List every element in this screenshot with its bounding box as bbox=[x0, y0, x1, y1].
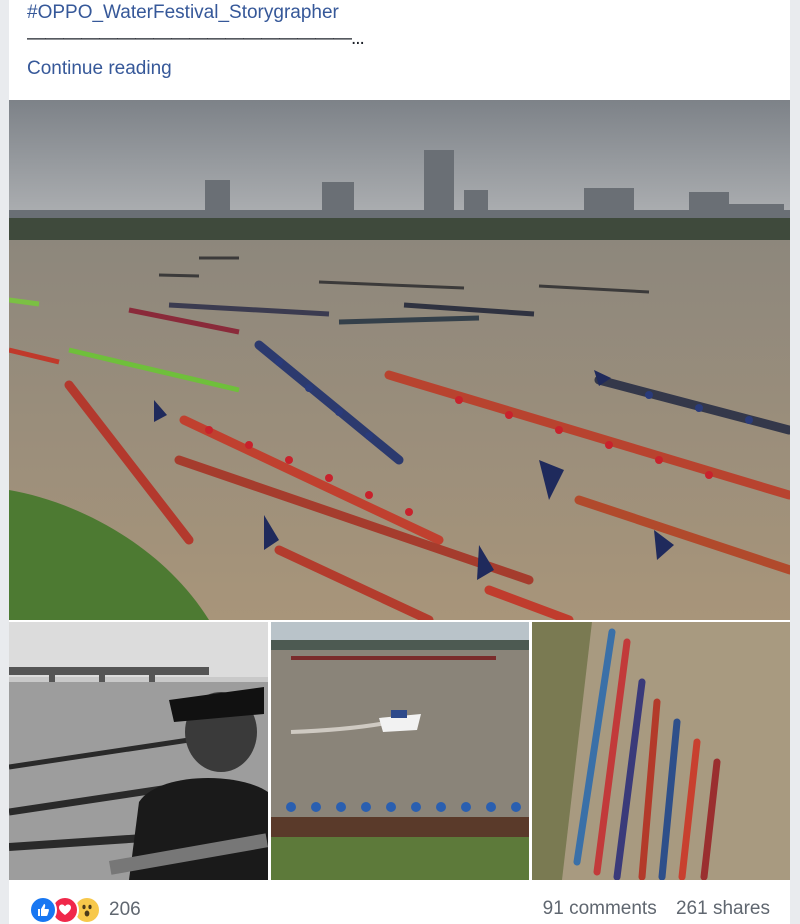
hashtag-link[interactable]: #OPPO_WaterFestival_Storygrapher bbox=[27, 2, 339, 24]
like-reaction-icon bbox=[29, 896, 57, 924]
post-text-dashes: ——————————————————... bbox=[27, 28, 365, 49]
reaction-count: 206 bbox=[109, 899, 141, 920]
reactions-summary[interactable]: 206 bbox=[29, 896, 141, 924]
post-card: #OPPO_WaterFestival_Storygrapher ———————… bbox=[9, 0, 790, 924]
comments-count-link[interactable]: 91 comments bbox=[543, 898, 657, 919]
continue-reading-link[interactable]: Continue reading bbox=[27, 58, 172, 80]
photo-speedboat-rowers[interactable] bbox=[271, 622, 529, 880]
post-stats: 91 comments 261 shares bbox=[529, 898, 770, 920]
photo-aerial-boats[interactable] bbox=[532, 622, 790, 880]
photo-man-bridge-bw[interactable] bbox=[9, 622, 268, 880]
main-photo-boat-race[interactable] bbox=[9, 100, 790, 620]
shares-count-link[interactable]: 261 shares bbox=[676, 898, 770, 919]
